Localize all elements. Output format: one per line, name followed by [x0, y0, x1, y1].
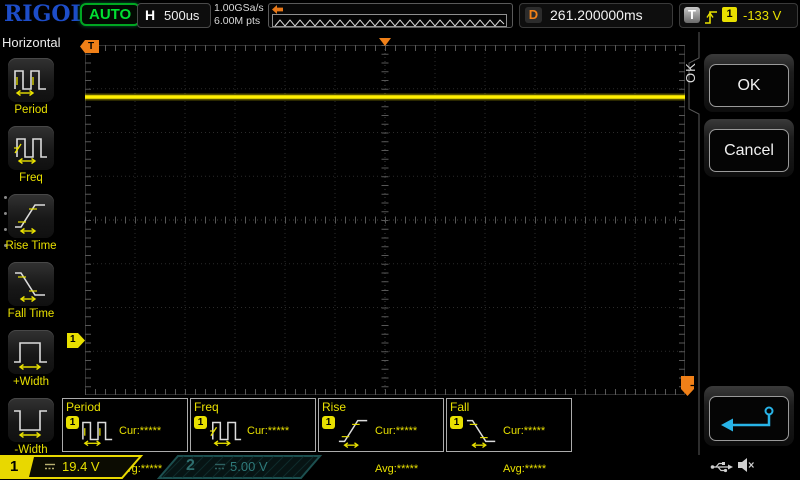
timebase-value: 500us: [164, 8, 199, 23]
channel2-scale: 5.00 V: [230, 459, 268, 474]
stat-cur: Cur:*****: [375, 425, 420, 438]
sidebar-item-rise-time[interactable]: [8, 194, 54, 238]
sidebar-title: Horizontal: [2, 35, 61, 50]
plus-width-icon: [13, 334, 49, 370]
period-icon: [81, 414, 115, 448]
channel2-coupling-icon: [214, 462, 226, 471]
channel2-number: 2: [186, 457, 195, 475]
minus-width-icon: [13, 402, 49, 438]
menu-scroll-dot: [4, 196, 7, 199]
oscilloscope-screen: RIGOL AUTO H 500us 1.00GSa/s 6.00M pts D…: [0, 0, 800, 480]
sample-rate: 1.00GSa/s: [214, 2, 264, 15]
sidebar-item-period-label: Period: [0, 104, 62, 116]
ok-button[interactable]: OK: [704, 54, 794, 112]
sidebar-item-fall-time[interactable]: [8, 262, 54, 306]
stat-avg: Avg:*****: [375, 463, 420, 476]
run-status-badge: AUTO: [80, 3, 140, 26]
measurement-panel-rise: Rise 1 Cur:***** Avg:***** Max:***** Min…: [318, 398, 444, 452]
sidebar-item-freq[interactable]: [8, 126, 54, 170]
sidebar-item-freq-label: Freq: [0, 172, 62, 184]
menu-tab-label: OK: [683, 44, 697, 102]
delay-box[interactable]: D 261.200000ms: [519, 3, 673, 28]
trigger-slope-icon: [704, 8, 718, 25]
sidebar-item-pwidth-label: +Width: [0, 376, 62, 388]
fall-time-icon: [13, 266, 49, 302]
usb-icon: [710, 460, 734, 474]
graticule: [85, 45, 685, 395]
trigger-level-value: -133 V: [743, 8, 781, 23]
horizontal-label: H: [145, 7, 155, 23]
stat-cur: Cur:*****: [503, 425, 548, 438]
trigger-position-mini-icon: [272, 5, 283, 14]
panel-channel-badge: 1: [66, 416, 79, 429]
panel-channel-badge: 1: [322, 416, 335, 429]
channel1-marker-label: 1: [70, 334, 76, 345]
stat-cur: Cur:*****: [247, 425, 292, 438]
freq-icon: [209, 414, 243, 448]
overview-wave-window: [272, 14, 507, 27]
channel1-number: 1: [10, 458, 18, 475]
panel-channel-badge: 1: [450, 416, 463, 429]
waveform-display: [85, 45, 685, 395]
horizontal-timebase-box[interactable]: H 500us: [137, 3, 211, 28]
sidebar-item-fall-time-label: Fall Time: [0, 308, 62, 320]
channel1-coupling-icon: [44, 462, 56, 471]
back-button[interactable]: [704, 386, 794, 446]
panel-title: Freq: [194, 400, 219, 414]
trigger-position-indicator[interactable]: [379, 38, 391, 46]
overview-waveform-icon: [273, 17, 506, 28]
speaker-muted-icon: [737, 457, 755, 473]
sidebar-item-nwidth[interactable]: [8, 398, 54, 442]
memory-depth: 6.00M pts: [214, 15, 264, 28]
period-icon: [13, 62, 49, 98]
return-arrow-icon: [717, 404, 781, 434]
rise-time-icon: [13, 198, 49, 234]
trigger-box[interactable]: T 1 -133 V: [679, 3, 798, 28]
measurement-panel-period: Period 1 Cur:***** Avg:***** Max:***** M…: [62, 398, 188, 452]
cancel-button-label: Cancel: [709, 129, 789, 172]
brand-logo: RIGOL: [4, 1, 86, 27]
channel1-ground-marker[interactable]: 1: [67, 333, 85, 348]
ok-button-label: OK: [709, 64, 789, 107]
delay-value: 261.200000ms: [550, 7, 643, 23]
channel1-scale: 19.4 V: [62, 459, 100, 474]
panel-title: Rise: [322, 400, 346, 414]
measurement-panel-freq: Freq 1 Cur:***** Avg:***** Max:***** Min…: [190, 398, 316, 452]
trigger-label: T: [684, 7, 700, 23]
panel-title: Period: [66, 400, 101, 414]
fall-time-icon: [465, 414, 499, 448]
cancel-button[interactable]: Cancel: [704, 119, 794, 177]
measurement-panel-fall: Fall 1 Cur:***** Avg:***** Max:***** Min…: [446, 398, 572, 452]
waveform-overview: [268, 3, 513, 28]
panel-channel-badge: 1: [194, 416, 207, 429]
menu-scroll-dot: [4, 228, 7, 231]
freq-icon: [13, 130, 49, 166]
stat-avg: Avg:*****: [503, 463, 548, 476]
delay-label: D: [525, 7, 542, 23]
sidebar-item-rise-time-label: Rise Time: [0, 240, 62, 252]
stat-cur: Cur:*****: [119, 425, 164, 438]
trigger-source-badge: 1: [722, 7, 737, 22]
panel-title: Fall: [450, 400, 469, 414]
acquisition-info: 1.00GSa/s 6.00M pts: [214, 2, 264, 28]
trigger-time-marker-label: T: [88, 40, 94, 53]
trigger-time-marker[interactable]: T: [80, 40, 99, 53]
sidebar-item-pwidth[interactable]: [8, 330, 54, 374]
rise-time-icon: [337, 414, 371, 448]
sidebar-item-period[interactable]: [8, 58, 54, 102]
menu-scroll-dot: [4, 212, 7, 215]
